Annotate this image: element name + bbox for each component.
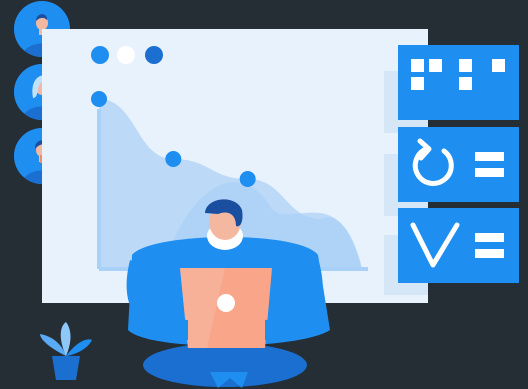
laptop-logo-icon: [217, 294, 235, 312]
illustration: [0, 0, 528, 389]
plant-pot: [52, 356, 80, 380]
plant-icon: [40, 322, 92, 380]
